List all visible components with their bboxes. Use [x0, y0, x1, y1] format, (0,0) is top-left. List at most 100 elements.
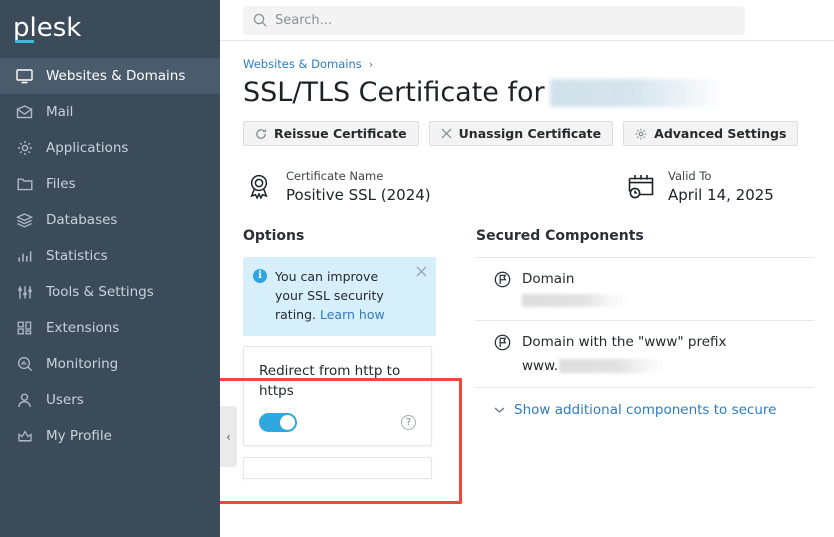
search-box[interactable] [243, 5, 745, 35]
topbar [220, 0, 834, 41]
redirect-toggle[interactable] [259, 413, 297, 433]
brand-logo-text: plesk [13, 13, 82, 43]
user-icon [13, 391, 36, 409]
sidebar-item-tools-settings[interactable]: Tools & Settings [0, 274, 220, 310]
secured-components-title: Secured Components [476, 227, 644, 244]
close-icon[interactable] [416, 266, 427, 277]
search-icon [253, 13, 267, 27]
refresh-icon [255, 128, 267, 140]
secured-component-name: Domain [522, 270, 575, 287]
show-additional-components-label: Show additional components to secure [514, 401, 777, 418]
calendar-clock-icon [625, 170, 657, 202]
sidebar-item-monitoring[interactable]: Monitoring [0, 346, 220, 382]
certificate-summary: Certificate Name Positive SSL (2024) Val… [243, 168, 814, 206]
learn-how-link[interactable]: Learn how [320, 307, 385, 322]
question-mark-icon[interactable]: ? [401, 415, 416, 431]
unassign-certificate-label: Unassign Certificate [458, 126, 602, 142]
sidebar-item-label: Applications [46, 140, 129, 156]
advanced-settings-label: Advanced Settings [654, 126, 787, 142]
sidebar-item-files[interactable]: Files [0, 166, 220, 202]
close-icon [441, 128, 452, 139]
certificate-name-value: Positive SSL (2024) [286, 185, 431, 204]
sliders-icon [13, 283, 36, 301]
table-row[interactable]: Domain [476, 258, 814, 322]
sidebar-collapse-handle[interactable]: ‹ [220, 406, 237, 467]
ssl-rating-alert: i You can improve your SSL security rati… [243, 256, 436, 336]
flag-circle-icon [494, 334, 512, 352]
plesk-app: plesk Websites & Domains Mail Applicatio… [0, 0, 834, 537]
advanced-settings-button[interactable]: Advanced Settings [623, 121, 799, 147]
sidebar-item-users[interactable]: Users [0, 382, 220, 418]
valid-to-value: April 14, 2025 [668, 185, 774, 204]
options-title: Options [243, 227, 305, 244]
sidebar-item-my-profile[interactable]: My Profile [0, 418, 220, 454]
redirect-card-controls: ? [259, 413, 416, 433]
secured-components-section: Secured Components Domain Domain with th… [476, 228, 814, 480]
sidebar-item-statistics[interactable]: Statistics [0, 238, 220, 274]
sidebar: plesk Websites & Domains Mail Applicatio… [0, 0, 220, 537]
certificate-name-block: Certificate Name Positive SSL (2024) [243, 168, 625, 206]
monitor-icon [13, 67, 36, 85]
breadcrumb: Websites & Domains › [243, 57, 814, 71]
sidebar-item-databases[interactable]: Databases [0, 202, 220, 238]
sidebar-item-label: Websites & Domains [46, 68, 186, 84]
secured-components-table: Domain Domain with the "www" prefix www. [476, 256, 814, 388]
crown-icon [13, 427, 36, 445]
gear-icon [635, 128, 647, 140]
redacted-domain-value [522, 294, 632, 308]
next-option-card-partial[interactable] [243, 457, 432, 480]
secured-component-value-prefix: www. [522, 357, 559, 374]
page-title: SSL/TLS Certificate for [243, 77, 814, 108]
reissue-certificate-label: Reissue Certificate [274, 126, 407, 142]
table-row[interactable]: Domain with the "www" prefix www. [476, 321, 814, 388]
main-content: Websites & Domains › SSL/TLS Certificate… [220, 0, 834, 537]
gear-icon [13, 139, 36, 157]
options-section: Options i You can improve your SSL secur… [243, 228, 451, 480]
sidebar-item-label: My Profile [46, 428, 112, 444]
certificate-name-label: Certificate Name [286, 169, 384, 184]
secured-component-name: Domain with the "www" prefix [522, 334, 727, 351]
breadcrumb-separator-icon: › [368, 57, 374, 71]
page-title-text: SSL/TLS Certificate for [243, 77, 545, 108]
sidebar-item-label: Monitoring [46, 356, 119, 372]
brand-logo[interactable]: plesk [0, 0, 220, 56]
unassign-certificate-button[interactable]: Unassign Certificate [428, 121, 614, 147]
toggle-knob [280, 415, 295, 431]
action-toolbar: Reissue Certificate Unassign Certificate… [243, 121, 814, 147]
blocks-icon [13, 319, 36, 337]
info-icon: i [253, 268, 267, 283]
search-input[interactable] [275, 12, 735, 28]
ssl-rating-alert-text: You can improve your SSL security rating… [275, 267, 426, 325]
sidebar-item-websites-domains[interactable]: Websites & Domains [0, 58, 220, 94]
flag-circle-icon [494, 271, 512, 289]
reissue-certificate-button[interactable]: Reissue Certificate [243, 121, 419, 147]
breadcrumb-link-websites-domains[interactable]: Websites & Domains [243, 57, 362, 71]
envelope-icon [13, 103, 36, 121]
page-content: Websites & Domains › SSL/TLS Certificate… [220, 41, 834, 480]
redirect-http-https-card: Redirect from http to https ? [243, 345, 432, 447]
folder-icon [13, 175, 36, 193]
magnifier-chart-icon [13, 355, 36, 373]
sidebar-item-label: Extensions [46, 320, 120, 336]
show-additional-components-link[interactable]: Show additional components to secure [476, 388, 814, 418]
redacted-domain-value [559, 358, 668, 373]
sidebar-item-extensions[interactable]: Extensions [0, 310, 220, 346]
sidebar-item-label: Tools & Settings [46, 284, 154, 300]
redacted-domain-name [549, 78, 725, 107]
bar-chart-icon [13, 247, 36, 265]
sidebar-item-applications[interactable]: Applications [0, 130, 220, 166]
two-column-layout: Options i You can improve your SSL secur… [243, 228, 814, 480]
sidebar-item-label: Users [46, 392, 84, 408]
redirect-card-title: Redirect from http to https [259, 362, 401, 400]
sidebar-item-label: Mail [46, 104, 74, 120]
sidebar-item-mail[interactable]: Mail [0, 94, 220, 130]
certificate-seal-icon [243, 170, 275, 202]
sidebar-item-label: Files [46, 176, 76, 192]
chevron-left-icon: ‹ [226, 429, 231, 444]
valid-to-block: Valid To April 14, 2025 [625, 168, 774, 206]
chevron-down-icon [494, 406, 505, 414]
brand-logo-underline [15, 40, 34, 43]
database-icon [13, 211, 36, 229]
valid-to-label: Valid To [668, 169, 712, 184]
sidebar-nav: Websites & Domains Mail Applications Fil… [0, 58, 220, 454]
